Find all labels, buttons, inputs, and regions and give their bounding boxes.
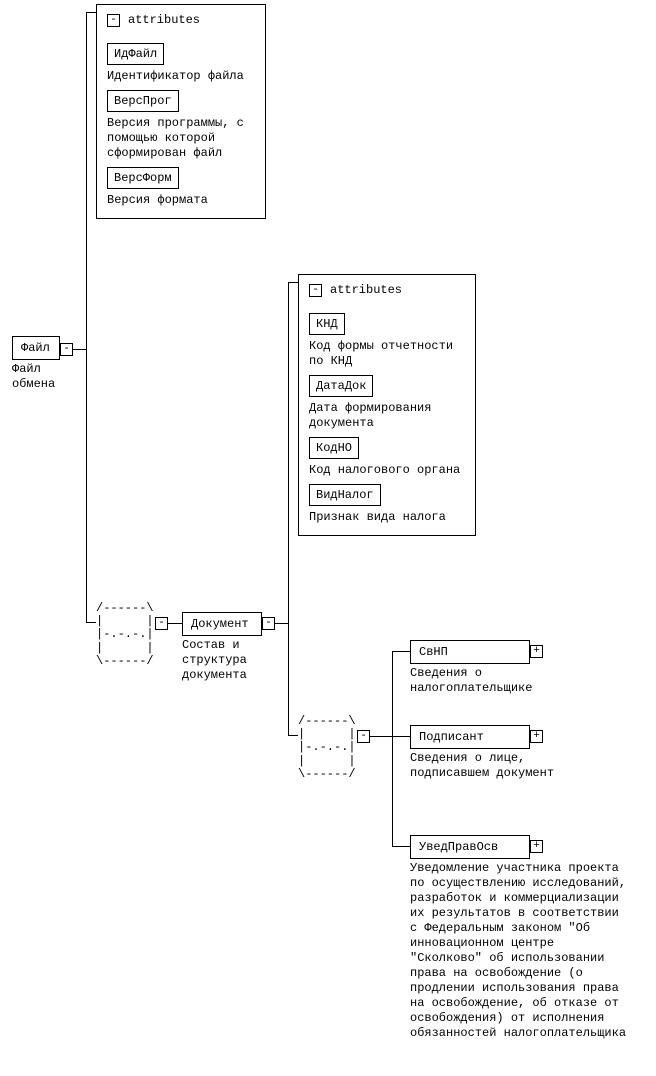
toggle-attributes-file[interactable]: - [107, 14, 120, 27]
attr-idfile: ИдФайл [107, 43, 164, 65]
node-uvedpravosv: УведПравОсв [410, 835, 530, 859]
attr-datadok: ДатаДок [309, 375, 373, 397]
node-uvedpravosv-desc: Уведомление участника проекта по осущест… [410, 861, 630, 1041]
attributes-panel-file: - attributes ИдФайл Идентификатор файла … [96, 4, 266, 219]
toggle-seq-2[interactable]: - [357, 730, 370, 743]
attr-versprog: ВерсПрог [107, 90, 179, 112]
toggle-uvedpravosv[interactable]: + [530, 840, 543, 853]
connector [86, 12, 96, 13]
attr-vidnalog: ВидНалог [309, 484, 381, 506]
node-document-label: Документ [191, 617, 249, 631]
node-svnp-label: СвНП [419, 645, 448, 659]
node-uvedpravosv-label: УведПравОсв [419, 840, 498, 854]
attr-versprog-desc: Версия программы, с помощью которой сфор… [107, 116, 255, 161]
node-document: Документ [182, 612, 262, 636]
connector [392, 846, 410, 847]
attr-knd-desc: Код формы отчетности по КНД [309, 339, 465, 369]
toggle-podpisant[interactable]: + [530, 730, 543, 743]
attr-versform-desc: Версия формата [107, 193, 255, 208]
attributes-title: attributes [330, 283, 402, 297]
node-svnp: СвНП [410, 640, 530, 664]
sequence-indicator-1: /------\ | | |-.-.-.| | | \------/ [96, 602, 154, 668]
attr-kodno: КодНО [309, 437, 359, 459]
node-document-desc: Состав и структура документа [182, 638, 272, 683]
toggle-attributes-document[interactable]: - [309, 284, 322, 297]
attr-vidnalog-desc: Признак вида налога [309, 510, 465, 525]
attr-versform: ВерсФорм [107, 167, 179, 189]
node-podpisant-label: Подписант [419, 730, 484, 744]
connector [168, 623, 182, 624]
connector [86, 622, 96, 623]
attr-idfile-desc: Идентификатор файла [107, 69, 255, 84]
connector [73, 349, 86, 350]
toggle-document[interactable]: - [262, 617, 275, 630]
toggle-seq-1[interactable]: - [155, 617, 168, 630]
node-podpisant: Подписант [410, 725, 530, 749]
attr-knd: КНД [309, 313, 345, 335]
connector [392, 736, 410, 737]
connector [370, 736, 392, 737]
node-file: Файл [12, 336, 60, 360]
attributes-title: attributes [128, 13, 200, 27]
toggle-svnp[interactable]: + [530, 645, 543, 658]
node-file-label: Файл [21, 341, 50, 355]
attr-datadok-desc: Дата формирования документа [309, 401, 465, 431]
node-svnp-desc: Сведения о налогоплательщике [410, 666, 560, 696]
connector [275, 623, 288, 624]
sequence-indicator-2: /------\ | | |-.-.-.| | | \------/ [298, 715, 356, 781]
node-file-desc: Файл обмена [12, 362, 72, 392]
connector [392, 651, 393, 846]
attributes-panel-document: - attributes КНД Код формы отчетности по… [298, 274, 476, 536]
toggle-file[interactable]: - [60, 343, 73, 356]
connector [288, 282, 298, 283]
connector [392, 651, 410, 652]
connector [86, 12, 87, 622]
connector [288, 735, 298, 736]
node-podpisant-desc: Сведения о лице, подписавшем документ [410, 751, 560, 781]
attr-kodno-desc: Код налогового органа [309, 463, 465, 478]
connector [288, 282, 289, 735]
